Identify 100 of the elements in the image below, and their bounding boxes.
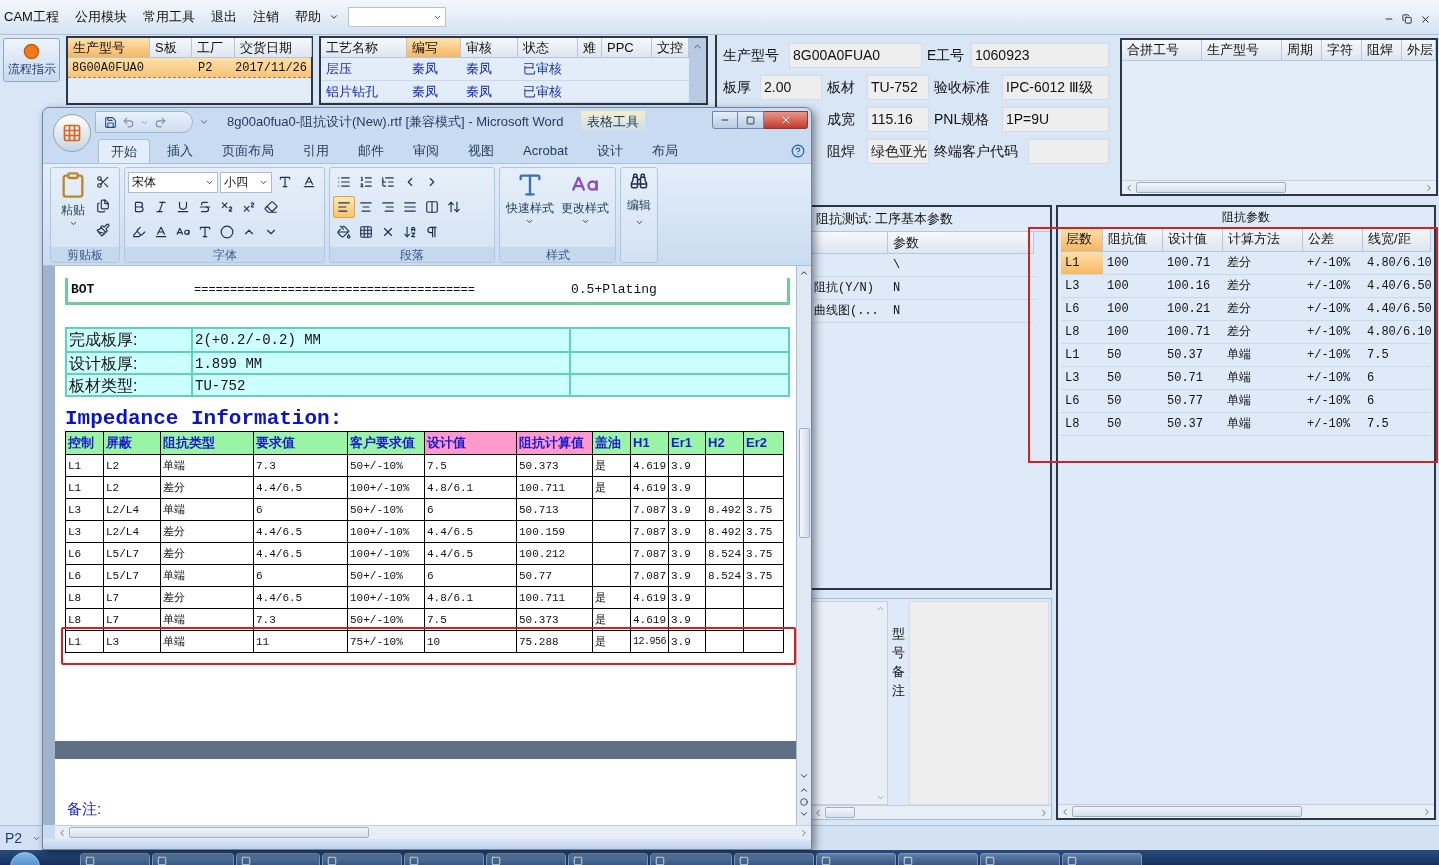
taskbar-button[interactable] (236, 853, 320, 865)
remarks-field[interactable] (909, 601, 1049, 805)
previous-page-icon[interactable] (799, 785, 809, 795)
vertical-scrollbar[interactable] (796, 266, 811, 825)
scroll-left-icon[interactable] (57, 827, 67, 838)
column-header[interactable]: 计算方法 (1223, 227, 1303, 251)
column-header[interactable]: 文控 (652, 38, 689, 57)
editing-button[interactable]: 编辑 (627, 196, 651, 214)
list-box[interactable] (811, 601, 888, 805)
column-header[interactable]: 生产型号 (68, 38, 150, 57)
taskbar-button[interactable] (486, 853, 566, 865)
taskbar-button[interactable] (568, 853, 648, 865)
column-header[interactable]: 周期 (1282, 40, 1322, 60)
column-header[interactable]: 难 (578, 38, 602, 57)
office-button[interactable] (53, 114, 91, 152)
scroll-right-icon[interactable] (1039, 807, 1049, 818)
menu-item[interactable]: 常用工具 (142, 7, 195, 27)
font-size-field[interactable]: 小四 (220, 171, 272, 193)
text-field[interactable]: 绿色亚光 (867, 138, 929, 164)
scrollbar-thumb[interactable] (1136, 182, 1286, 193)
horizontal-scrollbar[interactable] (1058, 804, 1434, 818)
taskbar-button[interactable] (816, 853, 896, 865)
column-header[interactable]: 编写 (407, 38, 461, 57)
close-button[interactable] (764, 111, 808, 129)
column-header[interactable]: 合拼工号 (1122, 40, 1202, 60)
text-field[interactable]: 2.00 (760, 74, 822, 100)
column-header[interactable]: 线宽/距 (1363, 227, 1431, 251)
text-field[interactable]: 1060923 (971, 42, 1109, 68)
quick-styles-button[interactable]: 快速样式 (503, 171, 557, 245)
undo-icon[interactable] (122, 115, 135, 129)
menu-item[interactable]: CAM工程 (4, 7, 59, 27)
menu-item[interactable]: 公用模块 (74, 7, 127, 27)
taskbar-button[interactable] (80, 853, 150, 865)
taskbar-button[interactable] (404, 853, 484, 865)
scrollbar-thumb[interactable] (69, 827, 369, 838)
redo-icon[interactable] (154, 115, 167, 129)
column-header[interactable]: 交货日期 (235, 38, 312, 57)
text-field[interactable]: 115.16 (867, 106, 929, 132)
ribbon-tab[interactable]: 审阅 (401, 139, 451, 163)
horizontal-scrollbar[interactable] (55, 825, 811, 839)
scrollbar-thumb[interactable] (825, 807, 855, 818)
column-header[interactable]: 层数 (1061, 227, 1103, 251)
horizontal-scrollbar[interactable] (811, 805, 1051, 819)
ribbon-tab[interactable]: 设计 (584, 139, 635, 163)
scroll-left-icon[interactable] (813, 807, 823, 818)
restore-icon[interactable] (1402, 13, 1412, 24)
column-header[interactable]: 工艺名称 (321, 38, 407, 57)
text-field[interactable]: TU-752 (867, 74, 929, 100)
taskbar-button[interactable] (980, 853, 1060, 865)
taskbar-button[interactable] (1062, 853, 1142, 865)
menu-item[interactable]: 退出 (210, 7, 237, 27)
ribbon-tab[interactable]: 视图 (456, 139, 506, 163)
next-page-icon[interactable] (799, 809, 809, 819)
align-left-button[interactable] (333, 196, 355, 218)
taskbar-button[interactable] (734, 853, 814, 865)
menu-dropdown-icon[interactable] (328, 12, 339, 22)
taskbar-button[interactable] (152, 853, 234, 865)
font-name-field[interactable]: 宋体 (128, 171, 218, 193)
scroll-left-icon[interactable] (1124, 182, 1134, 193)
column-header[interactable] (812, 232, 888, 253)
ribbon-tab[interactable]: 页面布局 (210, 139, 286, 163)
menu-item[interactable]: 帮助 (294, 7, 321, 27)
taskbar-button[interactable] (898, 853, 978, 865)
browse-object-icon[interactable] (800, 798, 808, 806)
column-header[interactable]: 工厂 (192, 38, 235, 57)
taskbar-button[interactable] (322, 853, 402, 865)
scroll-right-icon[interactable] (799, 827, 809, 838)
column-header[interactable]: 设计值 (1163, 227, 1223, 251)
status-combo[interactable]: P2 (0, 828, 46, 848)
column-header[interactable]: PPC (602, 38, 652, 57)
ribbon-tab[interactable]: 布局 (639, 139, 690, 163)
text-field[interactable]: 8G00A0FUA0 (789, 42, 922, 68)
column-header[interactable]: 公差 (1303, 227, 1363, 251)
change-styles-button[interactable]: 更改样式 (558, 171, 612, 245)
taskbar-button[interactable] (650, 853, 732, 865)
menu-item[interactable]: 注销 (252, 7, 279, 27)
minimize-button[interactable] (712, 111, 738, 129)
column-header[interactable]: 状态 (518, 38, 578, 57)
save-icon[interactable] (104, 115, 117, 129)
column-header[interactable]: 字符 (1322, 40, 1362, 60)
column-header[interactable]: 外层 (1402, 40, 1436, 60)
ribbon-tab[interactable]: 邮件 (346, 139, 396, 163)
scrollbar-thumb[interactable] (798, 428, 810, 538)
ribbon-tab[interactable]: Acrobat (511, 139, 580, 163)
ribbon-tab[interactable]: 引用 (291, 139, 341, 163)
vertical-scrollbar[interactable] (689, 38, 706, 103)
paste-button[interactable]: 粘贴 (54, 171, 92, 245)
flow-guide-button[interactable]: 流程指示 (3, 38, 60, 82)
scroll-up-icon[interactable] (799, 268, 809, 278)
grid-row[interactable]: 8G00A0FUA0 P2 2017/11/26 (68, 58, 311, 78)
close-icon[interactable] (1420, 13, 1431, 25)
scrollbar-thumb[interactable] (1072, 806, 1302, 817)
text-field[interactable] (1028, 138, 1109, 164)
column-header[interactable]: 审核 (461, 38, 518, 57)
restore-button[interactable] (738, 111, 764, 129)
help-icon[interactable] (791, 144, 805, 158)
ribbon-tab[interactable]: 开始 (98, 139, 150, 163)
ribbon-tab[interactable]: 插入 (155, 139, 205, 163)
column-header[interactable]: 参数 (888, 232, 1034, 253)
column-header[interactable]: 生产型号 (1202, 40, 1282, 60)
